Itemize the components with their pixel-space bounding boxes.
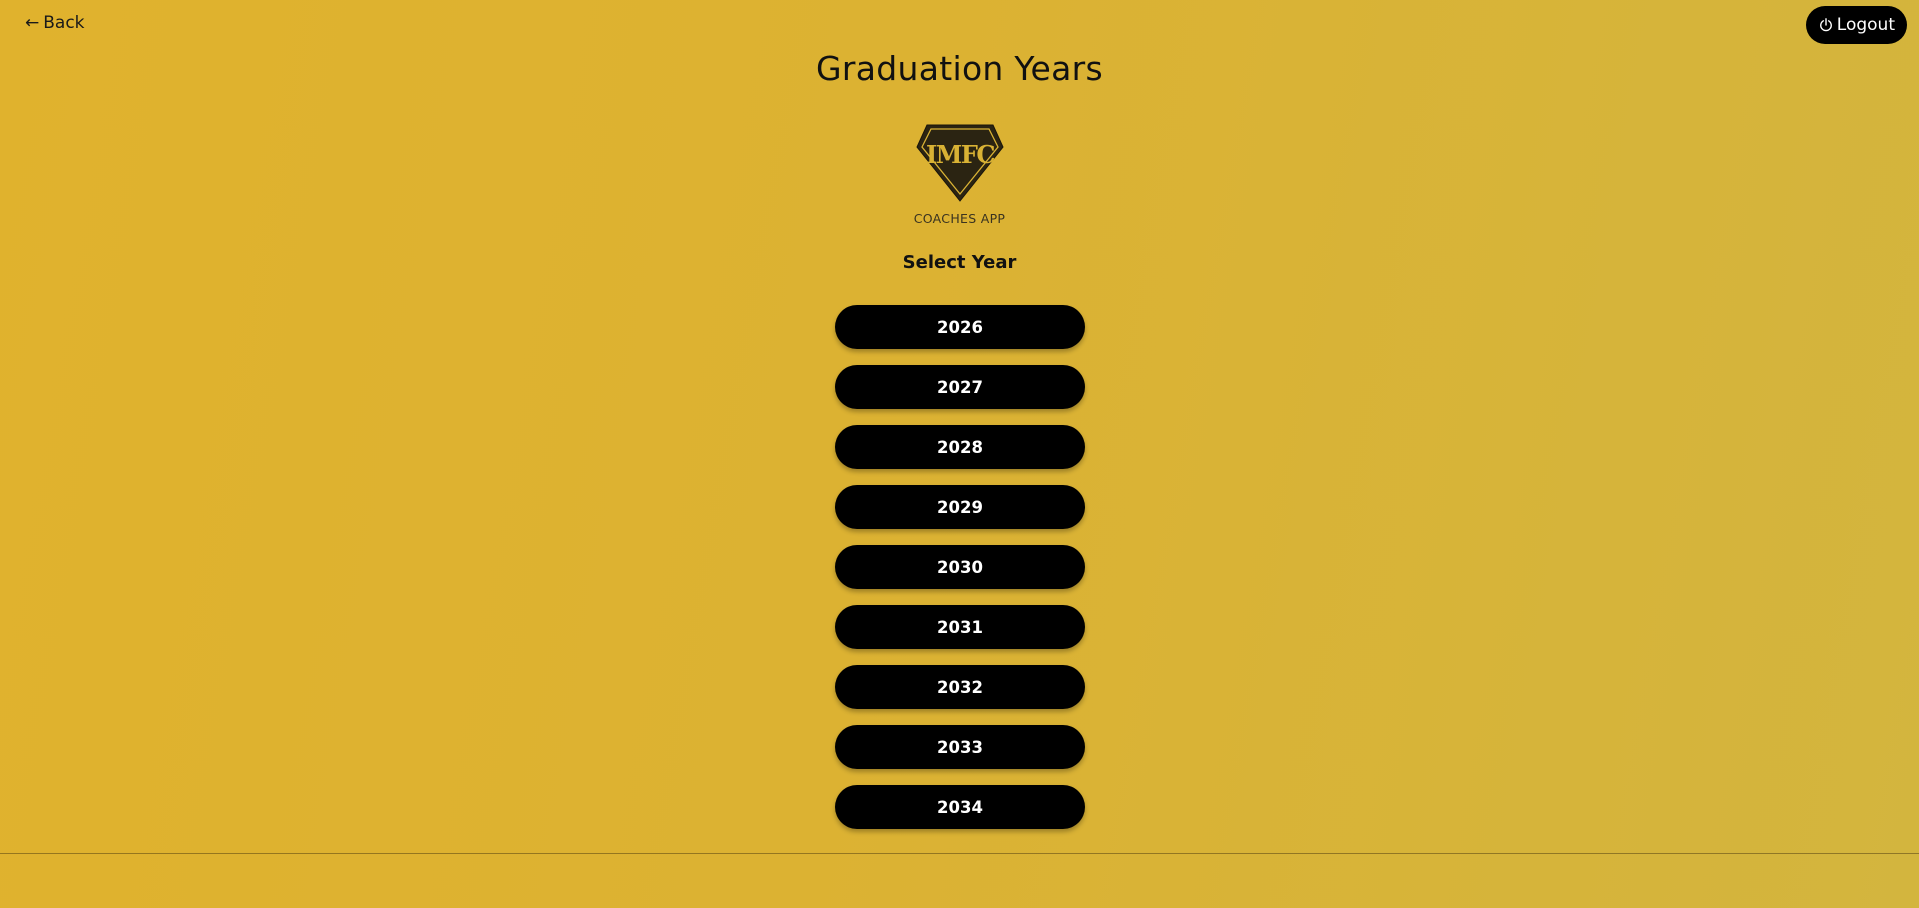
svg-text:IMFC: IMFC (926, 140, 994, 169)
arrow-left-icon: ← (25, 13, 40, 33)
year-button-2032[interactable]: 2032 (835, 665, 1085, 709)
select-year-label: Select Year (902, 252, 1017, 273)
year-button-2027[interactable]: 2027 (835, 365, 1085, 409)
year-list: 2026 2027 2028 2029 2030 2031 2032 2033 … (835, 305, 1085, 829)
year-button-2033[interactable]: 2033 (835, 725, 1085, 769)
year-button-2031[interactable]: 2031 (835, 605, 1085, 649)
year-button-2034[interactable]: 2034 (835, 785, 1085, 829)
app-subtitle: COACHES APP (913, 211, 1006, 226)
year-button-2028[interactable]: 2028 (835, 425, 1085, 469)
back-label: Back (43, 13, 85, 33)
logout-label: Logout (1836, 15, 1895, 35)
page-title: Graduation Years (815, 49, 1103, 88)
footer-divider (0, 853, 1919, 854)
power-icon (1819, 18, 1832, 32)
year-button-2030[interactable]: 2030 (835, 545, 1085, 589)
logout-button[interactable]: Logout (1805, 6, 1907, 44)
year-button-2026[interactable]: 2026 (835, 305, 1085, 349)
imfc-logo: IMFC (916, 124, 1004, 202)
year-button-2029[interactable]: 2029 (835, 485, 1085, 529)
back-link[interactable]: ← Back (25, 13, 85, 33)
